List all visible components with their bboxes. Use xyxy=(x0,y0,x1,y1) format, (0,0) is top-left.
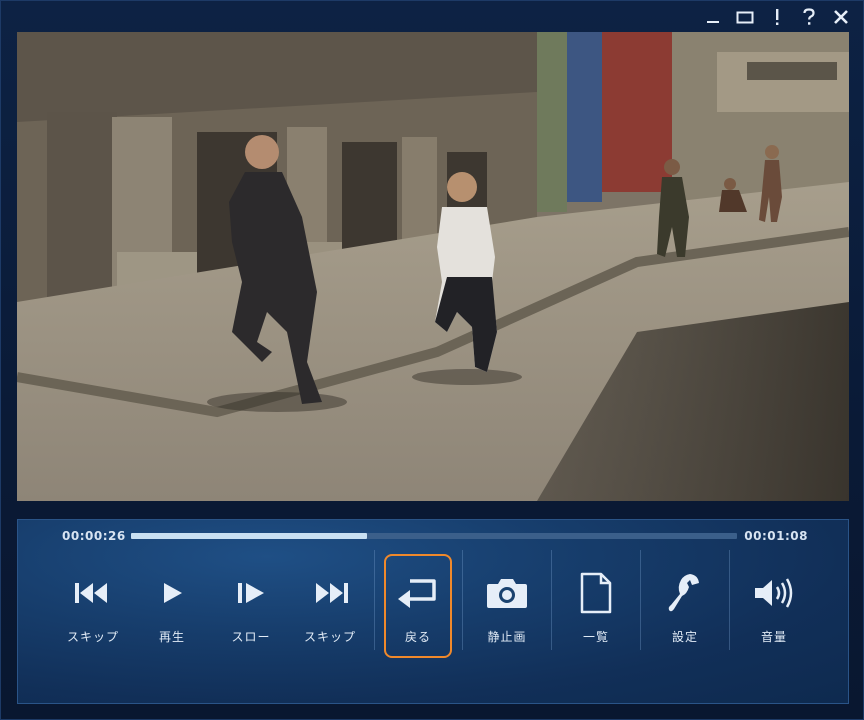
return-icon xyxy=(398,579,436,608)
settings-label: 設定 xyxy=(671,630,698,644)
minimize-icon xyxy=(707,21,719,23)
return-label: 戻る xyxy=(404,630,431,644)
play-button[interactable]: 再生 xyxy=(129,550,215,658)
help-button[interactable] xyxy=(797,5,821,29)
skip-back-label: スキップ xyxy=(66,630,119,644)
close-button[interactable] xyxy=(829,5,853,29)
snapshot-button[interactable]: 静止画 xyxy=(464,550,550,658)
skip-forward-icon xyxy=(316,583,348,603)
list-label: 一覧 xyxy=(582,630,609,644)
divider xyxy=(640,550,641,650)
seek-bar-fill xyxy=(131,533,368,539)
slow-button[interactable]: スロー xyxy=(208,550,294,658)
video-scene xyxy=(17,32,849,501)
question-icon xyxy=(803,8,815,25)
duration-time: 00:01:08 xyxy=(744,529,808,543)
maximize-button[interactable] xyxy=(733,5,757,29)
volume-label: 音量 xyxy=(760,630,787,644)
settings-button[interactable]: 設定 xyxy=(642,550,728,658)
play-icon xyxy=(164,583,182,603)
return-button[interactable]: 戻る xyxy=(375,550,461,658)
control-buttons: スキップ 再生 スロー スキップ 戻る 静止画 一覧 設定 音量 xyxy=(18,550,850,700)
skip-forward-button[interactable]: スキップ xyxy=(287,550,373,658)
divider xyxy=(462,550,463,650)
skip-back-button[interactable]: スキップ xyxy=(50,550,136,658)
control-panel: 00:00:26 00:01:08 スキップ 再生 スロー スキップ 戻る 静止… xyxy=(17,519,849,704)
slow-icon xyxy=(238,583,264,603)
minimize-button[interactable] xyxy=(701,5,725,29)
skip-forward-label: スキップ xyxy=(303,630,356,644)
volume-icon xyxy=(755,578,793,608)
video-frame[interactable] xyxy=(17,32,849,501)
maximize-icon xyxy=(736,11,754,24)
current-time: 00:00:26 xyxy=(62,529,126,543)
divider xyxy=(551,550,552,650)
seek-bar[interactable] xyxy=(131,533,737,539)
camera-icon xyxy=(487,579,527,608)
close-icon xyxy=(834,10,848,24)
divider xyxy=(729,550,730,650)
volume-button[interactable]: 音量 xyxy=(731,550,817,658)
titlebar-controls xyxy=(701,5,853,29)
list-button[interactable]: 一覧 xyxy=(553,550,639,658)
exclamation-icon xyxy=(776,9,779,25)
document-icon xyxy=(580,572,612,614)
slow-label: スロー xyxy=(231,630,271,644)
player-window: 00:00:26 00:01:08 スキップ 再生 スロー スキップ 戻る 静止… xyxy=(0,0,864,720)
skip-back-icon xyxy=(75,583,107,603)
snapshot-label: 静止画 xyxy=(487,630,527,644)
play-label: 再生 xyxy=(158,630,185,644)
info-button[interactable] xyxy=(765,5,789,29)
wrench-icon xyxy=(668,574,699,612)
